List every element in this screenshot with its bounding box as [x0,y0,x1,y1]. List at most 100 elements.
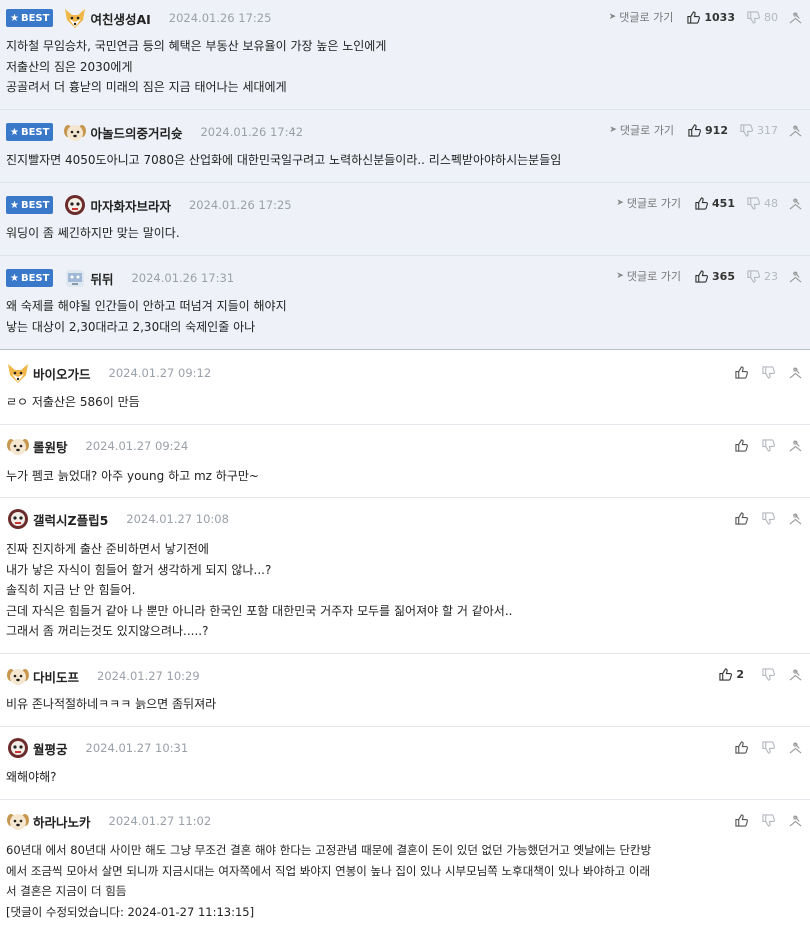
star-icon: ★ [10,126,19,138]
comment: 롤원탕 2024.01.27 09:24 누가 펨코 늙었대? 아주 young… [0,425,810,498]
thumbs-up-icon[interactable] [735,511,748,525]
comment-actions [735,436,802,454]
comment-header: 갤럭시Z플립5 2024.01.27 10:08 [6,509,229,529]
like-button[interactable]: 2 [719,668,744,681]
goto-reply-link[interactable]: ➤ 댓글로 가기 [609,9,674,25]
thumbs-down-icon[interactable] [762,813,775,827]
like-button[interactable]: 365 [695,270,735,283]
dislike-button[interactable]: 80 [747,11,778,24]
thumbs-down-icon [747,196,760,210]
thumbs-down-icon[interactable] [762,365,775,379]
dislike-button[interactable]: 317 [740,124,778,137]
comment-text: 진지빨자면 4050도아니고 7080은 산업화에 대한민국일구려고 노력하신분… [6,153,562,167]
best-comment: ★ BEST 마자화자브라자 2024.01.26 17:25 ➤ 댓글로 가기 4… [0,183,810,256]
comment-text: 진짜 진지하게 출산 준비하면서 낳기전에 내가 낳은 자식이 힘들어 할거 생… [6,542,513,638]
thumbs-up-icon[interactable] [735,813,748,827]
arrow-icon: ➤ [616,198,624,208]
more-icon[interactable] [789,439,802,452]
robot-avatar-icon[interactable] [63,267,87,289]
thumbs-up-icon [688,123,702,137]
nickname[interactable]: 다비도프 [33,667,79,686]
dislike-button[interactable]: 23 [747,270,778,283]
like-button[interactable]: 451 [695,197,735,210]
goto-reply-link[interactable]: ➤ 댓글로 가기 [616,268,681,284]
best-badge: ★ BEST [6,269,54,287]
comment-text: 누가 펨코 늙었대? 아주 young 하고 mz 하구만~ [6,469,259,483]
comment-header: ★ BEST 마자화자브라자 2024.01.26 17:25 [6,195,292,215]
nickname[interactable]: 하라나노카 [33,812,91,831]
comment-actions [735,811,802,829]
more-icon[interactable] [788,123,802,137]
more-icon[interactable] [788,269,802,283]
like-button[interactable]: 1033 [687,11,735,24]
comment-date: 2024.01.27 09:12 [108,366,212,380]
best-comment: ★ BEST 여친생성AI 2024.01.26 17:25 ➤ 댓글로 가기 10… [0,0,810,110]
nickname[interactable]: 여친생성AI [90,9,150,28]
best-badge: ★ BEST [6,123,54,141]
dislike-button[interactable]: 48 [747,197,778,210]
comment-date: 2024.01.27 09:24 [85,439,189,453]
comment-header: ★ BEST 아놀드의중거리슛 2024.01.26 17:42 [6,122,303,142]
comment-header: 바이오가드 2024.01.27 09:12 [6,363,211,383]
dog-avatar-icon[interactable] [6,810,30,832]
comment: 다비도프 2024.01.27 10:29 2 비유 존나적절하네ㅋㅋㅋ 늙으면… [0,654,810,727]
thumbs-down-icon [747,10,760,24]
comment-text: ㄹㅇ 저출산은 586이 만듬 [6,395,140,409]
comment-text: 왜해야해? [6,770,57,784]
comment-date: 2024.01.26 17:25 [168,11,272,25]
comment-date: 2024.01.26 17:25 [188,198,292,212]
nickname[interactable]: 마자화자브라자 [90,196,171,215]
comment-header: 월평궁 2024.01.27 10:31 [6,738,188,758]
star-icon: ★ [10,199,19,211]
nickname[interactable]: 아놀드의중거리슛 [90,123,182,142]
dog-avatar-icon[interactable] [6,435,30,457]
thumbs-down-icon[interactable] [762,511,775,525]
nickname[interactable]: 갤럭시Z플립5 [33,510,108,529]
thumbs-down-icon [740,123,753,137]
like-button[interactable]: 912 [688,124,728,137]
comment-text: 60년대 에서 80년대 사이만 해도 그냥 무조건 결혼 해야 한다는 고정관… [6,843,652,919]
more-icon[interactable] [789,512,802,525]
comment-header: 롤원탕 2024.01.27 09:24 [6,436,188,456]
comment-header: 다비도프 2024.01.27 10:29 [6,666,200,686]
comment: 월평궁 2024.01.27 10:31 왜해야해? [0,727,810,800]
skull-avatar-icon[interactable] [63,194,87,216]
more-icon[interactable] [789,668,802,681]
thumbs-down-icon[interactable] [762,438,775,452]
goto-reply-link[interactable]: ➤ 댓글로 가기 [616,195,681,211]
comment-date: 2024.01.27 10:29 [97,669,200,683]
skull-avatar-icon[interactable] [6,737,30,759]
dog-avatar-icon[interactable] [6,665,30,687]
more-icon[interactable] [788,196,802,210]
comment-text: 지하철 무임승차, 국민연금 등의 혜택은 부동산 보유율이 가장 높은 노인에… [6,39,387,94]
fox-avatar-icon[interactable] [63,7,87,29]
fox-avatar-icon[interactable] [6,362,30,384]
dog-avatar-icon[interactable] [63,121,87,143]
best-comment: ★ BEST 뒤뒤 2024.01.26 17:31 ➤ 댓글로 가기 365 23… [0,256,810,350]
comment-header: ★ BEST 뒤뒤 2024.01.26 17:31 [6,268,234,288]
thumbs-up-icon [695,196,709,210]
thumbs-up-icon [719,667,733,681]
thumbs-up-icon[interactable] [735,365,748,379]
skull-avatar-icon[interactable] [6,508,30,530]
thumbs-up-icon [695,269,709,283]
nickname[interactable]: 월평궁 [33,739,68,758]
arrow-icon: ➤ [608,12,617,22]
more-icon[interactable] [789,366,802,379]
nickname[interactable]: 뒤뒤 [90,269,113,288]
more-icon[interactable] [789,741,802,754]
goto-reply-link[interactable]: ➤ 댓글로 가기 [609,122,674,138]
comment-header: 하라나노카 2024.01.27 11:02 [6,811,211,831]
thumbs-down-icon[interactable] [762,740,775,754]
comment-text: 워딩이 좀 쎄긴하지만 맞는 말이다. [6,226,180,240]
comment-date: 2024.01.26 17:42 [200,125,304,139]
comment-actions: ➤ 댓글로 가기 1033 80 [609,8,802,26]
nickname[interactable]: 바이오가드 [33,364,91,383]
comment-date: 2024.01.27 10:08 [126,512,229,526]
nickname[interactable]: 롤원탕 [33,437,68,456]
thumbs-up-icon[interactable] [735,740,748,754]
more-icon[interactable] [788,10,802,24]
more-icon[interactable] [789,814,802,827]
thumbs-up-icon[interactable] [735,438,748,452]
thumbs-down-icon[interactable] [762,667,775,681]
